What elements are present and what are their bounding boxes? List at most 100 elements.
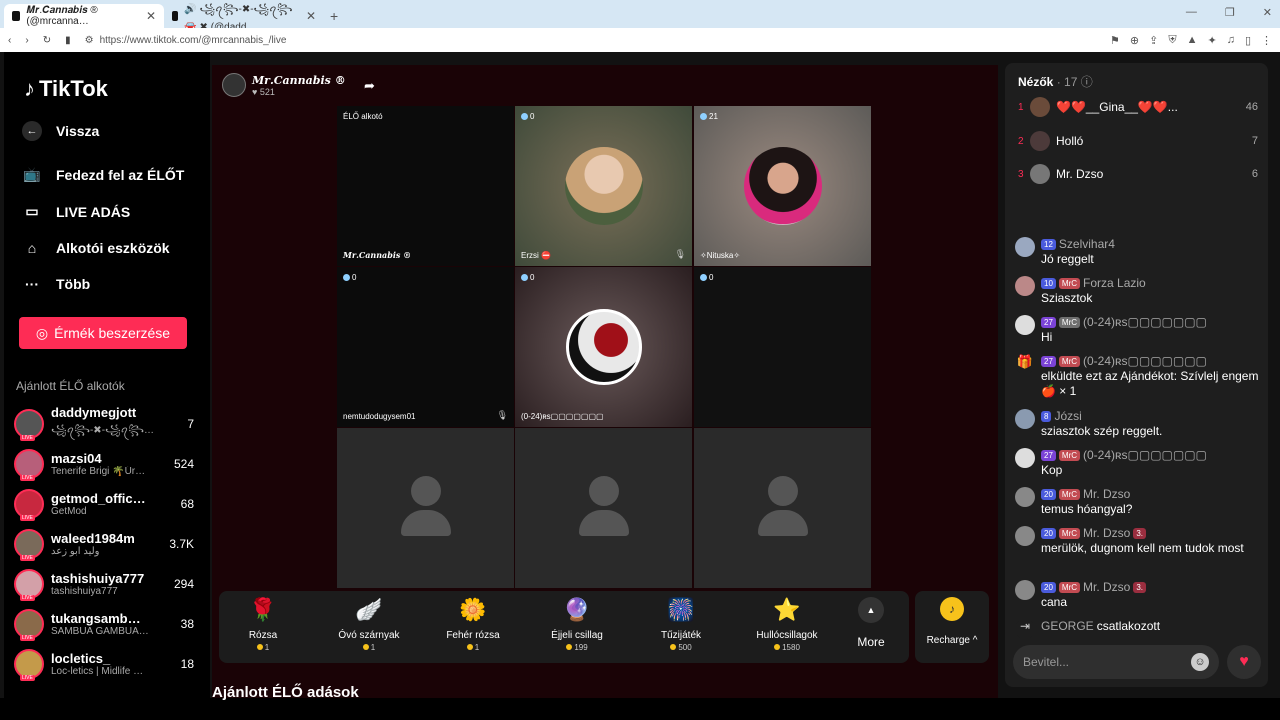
more-gifts-button[interactable]: ▲ More (851, 597, 891, 649)
gift-white-rose[interactable]: 🌼 Fehér rózsa 1 (425, 597, 521, 652)
share-arrow-icon[interactable]: ➦ (364, 78, 375, 94)
chat-text: merülök, dugnom kell nem tudok most (1041, 541, 1244, 555)
recommended-creator[interactable]: LIVE waleed1984m وليد ابو زعد 3.7K (14, 526, 194, 562)
shield-icon[interactable]: ⛨ (1168, 34, 1176, 47)
back-link[interactable]: ← Vissza (22, 121, 212, 141)
chat-message[interactable]: 10 MrC Forza Lazio Sziasztok (1013, 276, 1263, 306)
chat-gift-message[interactable]: 🎁 27 MrC (0-24)ʀs▢▢▢▢▢▢▢ elküldte ezt az A… (1013, 354, 1263, 399)
gift-name: Fehér rózsa (446, 630, 500, 641)
tab-title: 𝑴𝒓.𝑪𝒂𝒏𝒏𝒂𝒃𝒊𝒔 ® (@mrcanna… (26, 5, 98, 27)
gift-wings[interactable]: 🪽 Óvó szárnyak 1 (321, 597, 417, 652)
chat-message[interactable]: 27 MrC (0-24)ʀs▢▢▢▢▢▢▢ Kop (1013, 448, 1263, 478)
top-viewer-row[interactable]: 1 ❤️❤️__Gina__❤️❤️... 46 (1018, 97, 1258, 117)
chat-message[interactable]: 12 Szelvihar4 Jó reggelt (1013, 237, 1263, 267)
back-icon[interactable]: ‹ (8, 35, 11, 46)
nav-more[interactable]: ··· Több (22, 276, 212, 292)
guest-cell[interactable]: 21 ✧Nituska✧ (694, 106, 871, 266)
recommended-creator[interactable]: LIVE locletics_ Loc-letics | Midlife … 18 (14, 646, 194, 682)
empty-guest-slot[interactable] (694, 428, 871, 588)
chat-message[interactable]: 20 MrC Mr. Dzso 3. merülök, dugnom kell nem… (1013, 526, 1263, 556)
chat-username: Mr. Dzso (1083, 487, 1131, 501)
empty-guest-slot[interactable] (337, 428, 514, 588)
maximize-icon[interactable]: ❐ (1225, 6, 1235, 19)
host-info[interactable]: 𝑴𝒓.𝑪𝒂𝒏𝒏𝒂𝒃𝒊𝒔 ® ♥ 521 (222, 73, 346, 97)
top-viewer-row[interactable]: 3 Mr. Dzso 6 (1018, 164, 1258, 184)
person-placeholder-body (757, 510, 808, 536)
get-coins-button[interactable]: ◎ Érmék beszerzése (19, 317, 187, 349)
guest-cell[interactable]: 0 (0-24)ʀs▢▢▢▢▢▢▢ (515, 267, 692, 427)
chat-message[interactable]: 20 MrC Mr. Dzso 3. cana (1013, 580, 1263, 610)
nav-label: Több (56, 276, 91, 292)
share-icon[interactable]: ⇪ (1149, 34, 1158, 47)
tiktok-favicon-icon (12, 11, 21, 21)
info-icon[interactable]: ⓘ (1081, 75, 1093, 89)
tv-icon: 📺 (23, 166, 41, 182)
guest-cell-host[interactable]: ÉLŐ alkotó 𝑴𝒓.𝑪𝒂𝒏𝒏𝒂𝒃𝒊𝒔 ® (337, 106, 514, 266)
translate-icon[interactable]: ⚑ (1110, 34, 1120, 47)
coin-icon (256, 644, 263, 650)
url-field[interactable]: ⚙ https://www.tiktok.com/@mrcannabis_/li… (85, 35, 865, 46)
gift-price: 199 (529, 643, 625, 652)
chat-message[interactable]: 27 MrC (0-24)ʀs▢▢▢▢▢▢▢ Hi (1013, 315, 1263, 345)
site-info-icon[interactable]: ⚙ (85, 35, 94, 46)
bookmark-icon[interactable]: ▮ (65, 35, 71, 46)
gift-night-star[interactable]: 🔮 Éjjeli csillag 199 (529, 597, 625, 652)
nav-explore-live[interactable]: 📺 Fedezd fel az ÉLŐT (22, 166, 212, 183)
menu-icon[interactable]: ⋮ (1261, 34, 1272, 47)
close-tab-icon[interactable]: ✕ (306, 9, 316, 23)
gift-fireworks[interactable]: 🎆 Tűzijáték 500 (633, 597, 729, 652)
recommended-creator[interactable]: LIVE getmod_offic… GetMod 68 (14, 486, 194, 522)
guest-cell[interactable]: 0 Erzsi ⛔ 🎙 (515, 106, 692, 266)
chat-message[interactable]: 20 MrC Mr. Dzso temus hóangyal? (1013, 487, 1263, 517)
gift-rose[interactable]: 🌹 Rózsa 1 (215, 597, 311, 652)
host-avatar[interactable] (222, 73, 246, 97)
fan-badge: MrC (1058, 278, 1081, 289)
forward-icon[interactable]: › (25, 35, 28, 46)
empty-guest-slot[interactable] (515, 428, 692, 588)
emoji-icon[interactable]: ☺ (1191, 653, 1209, 671)
music-icon[interactable]: ♫ (1227, 34, 1235, 47)
chat-input[interactable]: Bevitel... ☺ (1013, 645, 1219, 679)
join-icon: ⇥ (1015, 619, 1035, 639)
person-placeholder-body (578, 510, 629, 536)
chat-message[interactable]: 8 Józsi sziasztok szép reggelt. (1013, 409, 1263, 439)
gift-price-value: 1580 (782, 643, 800, 652)
creator-name: waleed1984m (51, 531, 135, 546)
creator-subtitle: GetMod (51, 506, 87, 517)
recommended-creator[interactable]: LIVE tukangsamb… SAMBUA GAMBUA… 38 (14, 606, 194, 642)
avatar (1015, 237, 1035, 257)
tiktok-logo[interactable]: ♪ TikTok (24, 76, 108, 102)
avatar (1030, 131, 1050, 151)
reload-icon[interactable]: ↻ (43, 35, 51, 46)
recommended-creator[interactable]: LIVE tashishuiya777 tashishuiya777 294 (14, 566, 194, 602)
browser-tab-inactive[interactable]: 🔊 ꧁ꪖ꧂-✖-꧁ꪖ꧂ 🚘 ✖ (@dadd… ✕ (164, 4, 324, 33)
nav-go-live[interactable]: ▭ LIVE ADÁS (22, 203, 212, 220)
guest-cell[interactable]: 0 (694, 267, 871, 427)
host-likes: ♥ 521 (252, 86, 275, 97)
like-heart-button[interactable]: ♥ (1227, 645, 1261, 679)
close-window-icon[interactable]: ✕ (1263, 6, 1272, 19)
live-creator-badge: ÉLŐ alkotó (343, 112, 383, 121)
new-tab-button[interactable]: + (330, 8, 338, 28)
chat-text: Kop (1041, 463, 1063, 477)
close-tab-icon[interactable]: ✕ (146, 9, 156, 23)
puzzle-icon[interactable]: ✦ (1207, 34, 1216, 47)
nav-creator-tools[interactable]: ⌂ Alkotói eszközök (22, 240, 212, 256)
guest-cell[interactable]: 0 nemtudodugysem01 🎙 (337, 267, 514, 427)
viewers-count: · 17 (1056, 75, 1078, 89)
gem-icon (521, 274, 528, 281)
zoom-icon[interactable]: ⊕ (1130, 34, 1139, 47)
gift-shooting-stars[interactable]: ⭐ Hullócsillagok 1580 (739, 597, 835, 652)
avatar: LIVE (14, 489, 44, 521)
top-viewer-row[interactable]: 2 Holló 7 (1018, 131, 1258, 151)
coins-label: Érmék beszerzése (54, 325, 171, 341)
recommended-creator[interactable]: LIVE mazsi04 Tenerife Brigi 🌴Úr… 524 (14, 446, 194, 482)
extension-icon[interactable]: ▲ (1187, 34, 1198, 47)
sidebar-icon[interactable]: ▯ (1245, 34, 1251, 47)
gift-price: 500 (633, 643, 729, 652)
recharge-button[interactable]: ♪ Recharge ^ (915, 591, 989, 663)
viewer-count: 7 (187, 417, 194, 431)
recommended-creator[interactable]: LIVE daddymegjott ꧁ꪖ꧂-✖-꧁ꪖ꧂… 7 (14, 405, 194, 442)
minimize-icon[interactable]: — (1186, 6, 1197, 19)
browser-tab-active[interactable]: 𝑴𝒓.𝑪𝒂𝒏𝒏𝒂𝒃𝒊𝒔 ® (@mrcanna… ✕ (4, 4, 164, 28)
